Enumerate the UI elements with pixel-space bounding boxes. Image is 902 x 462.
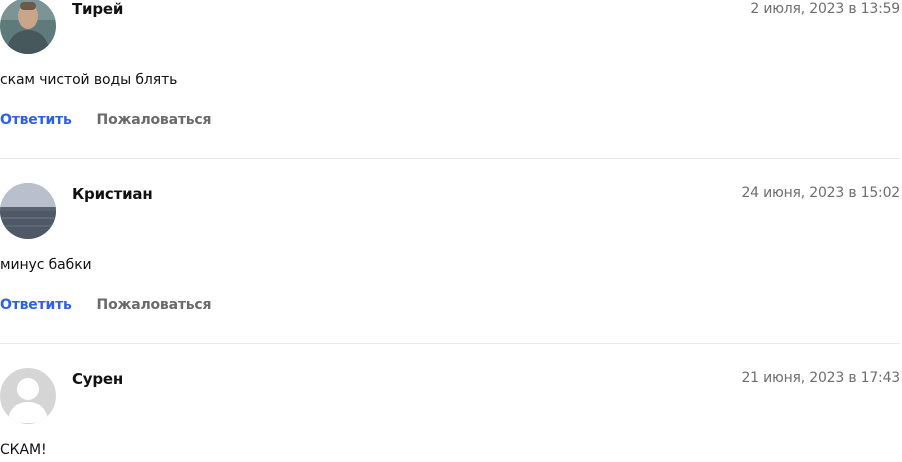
comment-text: СКАМ! [0,442,47,458]
avatar[interactable] [0,368,56,424]
comment-author: Кристиан [72,185,153,203]
comment-author: Тирей [72,0,124,18]
reply-link[interactable]: Ответить [0,297,72,313]
comment-date: 21 июня, 2023 в 17:43 [741,370,900,386]
default-user-avatar-icon [0,368,56,424]
comment-date: 24 июня, 2023 в 15:02 [741,185,900,201]
divider [0,343,900,344]
comment-text: скам чистой воды блять [0,72,178,88]
avatar[interactable] [0,183,56,239]
divider [0,158,900,159]
comment-item: Тирей 2 июля, 2023 в 13:59 скам чистой в… [0,0,900,158]
comment-date: 2 июля, 2023 в 13:59 [750,1,900,17]
avatar[interactable] [0,0,56,54]
report-link[interactable]: Пожаловаться [97,297,212,313]
report-link[interactable]: Пожаловаться [97,112,212,128]
comment-actions: Ответить Пожаловаться [0,112,211,128]
reply-link[interactable]: Ответить [0,112,72,128]
comment-item: Сурен 21 июня, 2023 в 17:43 СКАМ! [0,368,900,462]
comment-actions: Ответить Пожаловаться [0,297,211,313]
comment-text: минус бабки [0,257,92,273]
comment-item: Кристиан 24 июня, 2023 в 15:02 минус баб… [0,183,900,343]
lake-photo-icon [0,183,56,239]
user-photo-icon [0,0,56,54]
comment-author: Сурен [72,370,124,388]
